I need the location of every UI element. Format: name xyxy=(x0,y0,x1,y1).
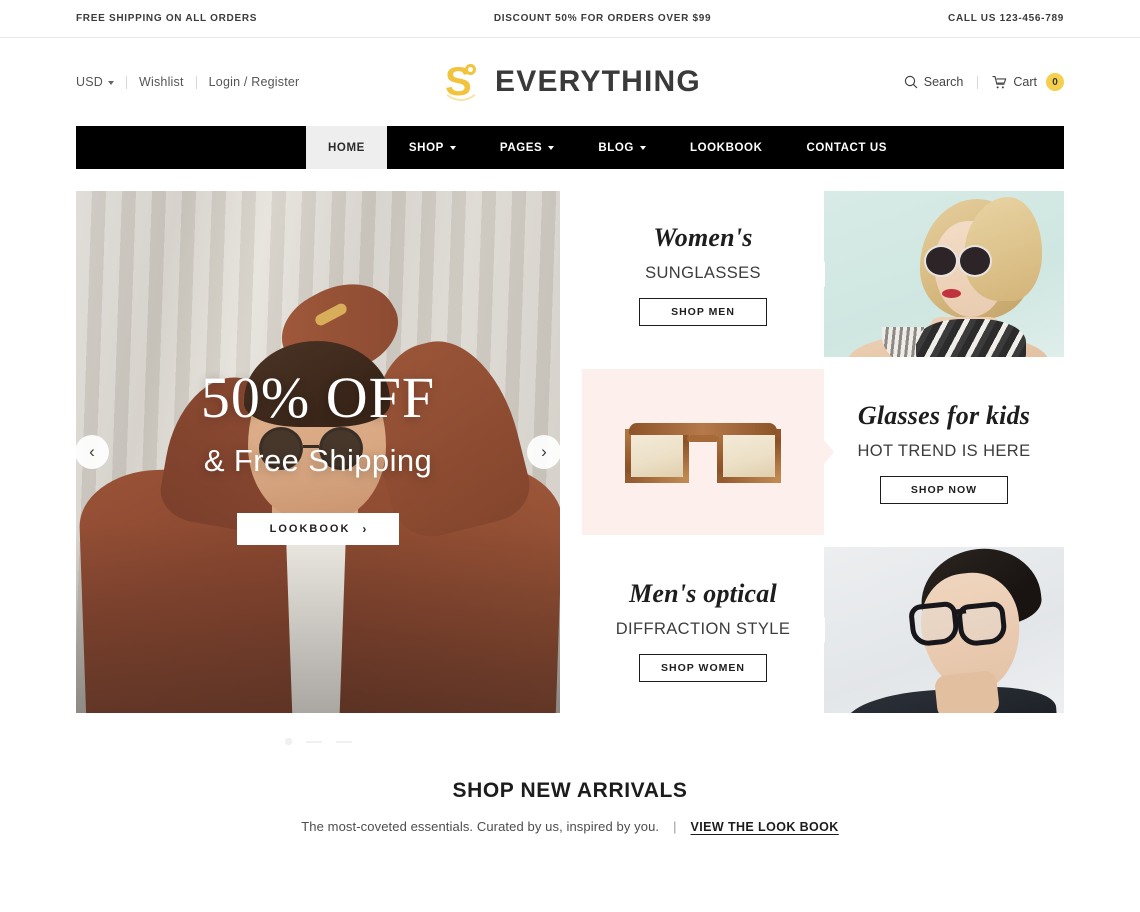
kids-sunglasses-product xyxy=(625,417,781,487)
header-left-utilities: USD Wishlist Login / Register xyxy=(76,75,311,89)
promo-subtitle: DIFFRACTION STYLE xyxy=(615,619,791,638)
nav-item-shop[interactable]: SHOP xyxy=(387,126,478,169)
chevron-down-icon xyxy=(639,145,646,150)
woman-scarf xyxy=(916,319,1026,357)
hero-headline: 50% OFF xyxy=(200,365,436,430)
hero-dot-3[interactable] xyxy=(335,740,352,743)
wishlist-link[interactable]: Wishlist xyxy=(127,75,196,89)
kids-brow-bar xyxy=(629,423,777,435)
promo-title: Women's xyxy=(653,222,753,252)
search-button[interactable]: Search xyxy=(890,75,978,89)
promo-title: Men's optical xyxy=(629,578,777,608)
promo-pointer-icon xyxy=(824,261,825,287)
promo-product-image-kids[interactable] xyxy=(582,369,834,535)
chevron-down-icon xyxy=(108,80,114,85)
main-navigation: HOME SHOP PAGES BLOG LOOKBOOK CONTACT US xyxy=(76,126,1064,169)
hero-next-arrow-button[interactable]: › xyxy=(527,435,560,469)
nav-item-pages[interactable]: PAGES xyxy=(478,126,576,169)
promo-image-woman[interactable] xyxy=(824,191,1064,357)
nav-label: CONTACT US xyxy=(806,141,888,154)
logo-dot-shape xyxy=(465,64,477,75)
hero-lookbook-button[interactable]: LOOKBOOK › xyxy=(237,513,399,545)
kids-lens-left xyxy=(625,429,689,483)
promo-banner-column: Women's SUNGLASSES SHOP MEN Glasses for … xyxy=(582,191,1064,713)
promo-banner-kids[interactable]: Glasses for kids HOT TREND IS HERE SHOP … xyxy=(582,369,1064,535)
chevron-down-icon xyxy=(548,145,555,150)
chevron-right-icon: › xyxy=(362,522,367,536)
separator: | xyxy=(673,819,677,834)
logo-s-icon[interactable]: S xyxy=(439,59,485,105)
hero-image-overlay xyxy=(76,523,560,713)
hero-button-label: LOOKBOOK xyxy=(269,523,351,535)
promo-title: Glasses for kids xyxy=(857,400,1031,430)
nav-label: HOME xyxy=(328,141,365,154)
promo-banner-womens[interactable]: Women's SUNGLASSES SHOP MEN xyxy=(582,191,1064,357)
new-arrivals-description: The most-coveted essentials. Curated by … xyxy=(301,819,660,834)
promo-pointer-icon xyxy=(823,439,834,465)
nav-label: SHOP xyxy=(408,141,444,154)
announcement-free-shipping: FREE SHIPPING ON ALL ORDERS xyxy=(76,13,258,24)
hero-dot-2[interactable] xyxy=(305,740,322,743)
promo-pointer-icon xyxy=(824,617,825,643)
hero-slider[interactable]: 50% OFF & Free Shipping LOOKBOOK › ‹ › xyxy=(76,191,560,713)
cart-button[interactable]: Cart 0 xyxy=(978,73,1064,91)
promo-shop-women-button[interactable]: SHOP WOMEN xyxy=(639,653,767,682)
login-register-link[interactable]: Login / Register xyxy=(197,75,312,89)
promo-text-block: Women's SUNGLASSES SHOP MEN xyxy=(582,191,824,357)
nav-label: BLOG xyxy=(598,141,634,154)
nav-item-contact-us[interactable]: CONTACT US xyxy=(784,126,909,169)
woman-lips xyxy=(942,289,961,298)
hero-subheadline: & Free Shipping xyxy=(203,443,433,478)
new-arrivals-section: SHOP NEW ARRIVALS The most-coveted essen… xyxy=(76,779,1064,834)
nav-item-home[interactable]: HOME xyxy=(306,126,387,169)
kids-bridge xyxy=(687,435,719,442)
hero-dot-1[interactable] xyxy=(284,738,292,745)
hero-prev-arrow-button[interactable]: ‹ xyxy=(76,435,109,469)
promo-banner-mens[interactable]: Men's optical DIFFRACTION STYLE SHOP WOM… xyxy=(582,547,1064,713)
promo-text-block: Men's optical DIFFRACTION STYLE SHOP WOM… xyxy=(582,547,824,713)
woman-sunglass-left xyxy=(924,245,958,277)
promo-subtitle: HOT TREND IS HERE xyxy=(857,441,1031,460)
nav-item-lookbook[interactable]: LOOKBOOK xyxy=(668,126,785,169)
header-right-utilities: Search Cart 0 xyxy=(890,73,1064,91)
search-label: Search xyxy=(923,75,964,89)
nav-label: PAGES xyxy=(499,141,543,154)
promo-shop-men-button[interactable]: SHOP MEN xyxy=(639,297,767,326)
homepage-main: 50% OFF & Free Shipping LOOKBOOK › ‹ › W… xyxy=(76,191,1064,713)
site-header: USD Wishlist Login / Register S EVERYTHI… xyxy=(0,38,1140,126)
view-look-book-link[interactable]: VIEW THE LOOK BOOK xyxy=(691,820,839,834)
logo-wordmark[interactable]: EVERYTHING xyxy=(495,65,701,99)
cart-icon xyxy=(992,75,1007,88)
new-arrivals-heading: SHOP NEW ARRIVALS xyxy=(452,779,688,802)
nav-item-blog[interactable]: BLOG xyxy=(576,126,668,169)
woman-sunglass-right xyxy=(958,245,992,277)
promo-subtitle: SUNGLASSES xyxy=(645,263,761,282)
chevron-down-icon xyxy=(449,145,456,150)
hero-caption: 50% OFF & Free Shipping LOOKBOOK › xyxy=(76,369,560,545)
new-arrivals-subheading: The most-coveted essentials. Curated by … xyxy=(76,819,1064,834)
currency-selector[interactable]: USD xyxy=(76,75,126,89)
currency-label: USD xyxy=(76,75,103,89)
man-neck xyxy=(933,669,1001,713)
announcement-bar: FREE SHIPPING ON ALL ORDERS DISCOUNT 50%… xyxy=(0,0,1140,38)
promo-image-man[interactable] xyxy=(824,547,1064,713)
cart-count-badge: 0 xyxy=(1046,73,1064,91)
nav-label: LOOKBOOK xyxy=(689,141,763,154)
promo-text-block: Glasses for kids HOT TREND IS HERE SHOP … xyxy=(824,369,1064,535)
announcement-discount: DISCOUNT 50% FOR ORDERS OVER $99 xyxy=(493,13,712,24)
cart-label: Cart xyxy=(1013,75,1037,89)
hero-pagination[interactable] xyxy=(76,738,560,745)
announcement-phone: CALL US 123-456-789 xyxy=(948,13,1064,24)
search-icon xyxy=(904,75,918,89)
kids-lens-right xyxy=(717,429,781,483)
promo-shop-now-button[interactable]: SHOP NOW xyxy=(880,475,1008,504)
